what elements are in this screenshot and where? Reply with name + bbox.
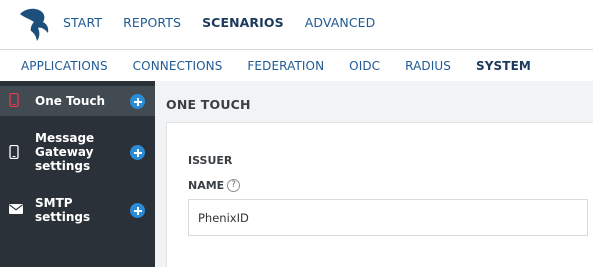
sidebar-item-label: SMTP settings bbox=[35, 196, 91, 224]
issuer-heading: ISSUER bbox=[188, 154, 233, 167]
help-icon[interactable]: ? bbox=[227, 179, 240, 192]
nav-reports[interactable]: REPORTS bbox=[123, 15, 181, 30]
page-title: ONE TOUCH bbox=[166, 97, 251, 112]
add-one-touch-button[interactable] bbox=[130, 94, 145, 109]
main-nav: START REPORTS SCENARIOS ADVANCED bbox=[63, 15, 396, 30]
tab-connections[interactable]: CONNECTIONS bbox=[133, 59, 223, 73]
phone-icon bbox=[9, 145, 19, 159]
envelope-icon bbox=[9, 204, 23, 214]
main-content: ONE TOUCH ISSUER NAME ? bbox=[155, 81, 593, 267]
sidebar-item-label: One Touch bbox=[35, 94, 106, 108]
tab-federation[interactable]: FEDERATION bbox=[247, 59, 324, 73]
nav-advanced[interactable]: ADVANCED bbox=[305, 15, 376, 30]
phone-icon bbox=[9, 93, 19, 107]
name-label: NAME bbox=[188, 179, 225, 192]
tab-radius[interactable]: RADIUS bbox=[405, 59, 451, 73]
nav-start[interactable]: START bbox=[63, 15, 102, 30]
tab-applications[interactable]: APPLICATIONS bbox=[21, 59, 108, 73]
sidebar-item-smtp[interactable]: SMTP settings bbox=[0, 195, 155, 227]
tab-oidc[interactable]: OIDC bbox=[349, 59, 380, 73]
add-message-gateway-button[interactable] bbox=[130, 145, 145, 160]
sidebar-item-message-gateway[interactable]: Message Gateway settings bbox=[0, 130, 155, 176]
name-input[interactable] bbox=[188, 199, 588, 236]
sub-nav: APPLICATIONS CONNECTIONS FEDERATION OIDC… bbox=[21, 59, 556, 73]
phenixid-logo[interactable] bbox=[18, 6, 52, 42]
sub-navigation-bar: APPLICATIONS CONNECTIONS FEDERATION OIDC… bbox=[0, 49, 593, 81]
add-smtp-button[interactable] bbox=[130, 203, 145, 218]
sidebar: One Touch Message Gateway settings SMTP … bbox=[0, 81, 155, 267]
tab-system[interactable]: SYSTEM bbox=[476, 59, 531, 73]
nav-scenarios[interactable]: SCENARIOS bbox=[202, 15, 284, 30]
top-navigation-bar: START REPORTS SCENARIOS ADVANCED bbox=[0, 0, 593, 48]
sidebar-item-label: Message Gateway settings bbox=[35, 131, 95, 173]
settings-card: ISSUER NAME ? bbox=[166, 122, 593, 267]
sidebar-item-one-touch[interactable]: One Touch bbox=[0, 86, 155, 116]
